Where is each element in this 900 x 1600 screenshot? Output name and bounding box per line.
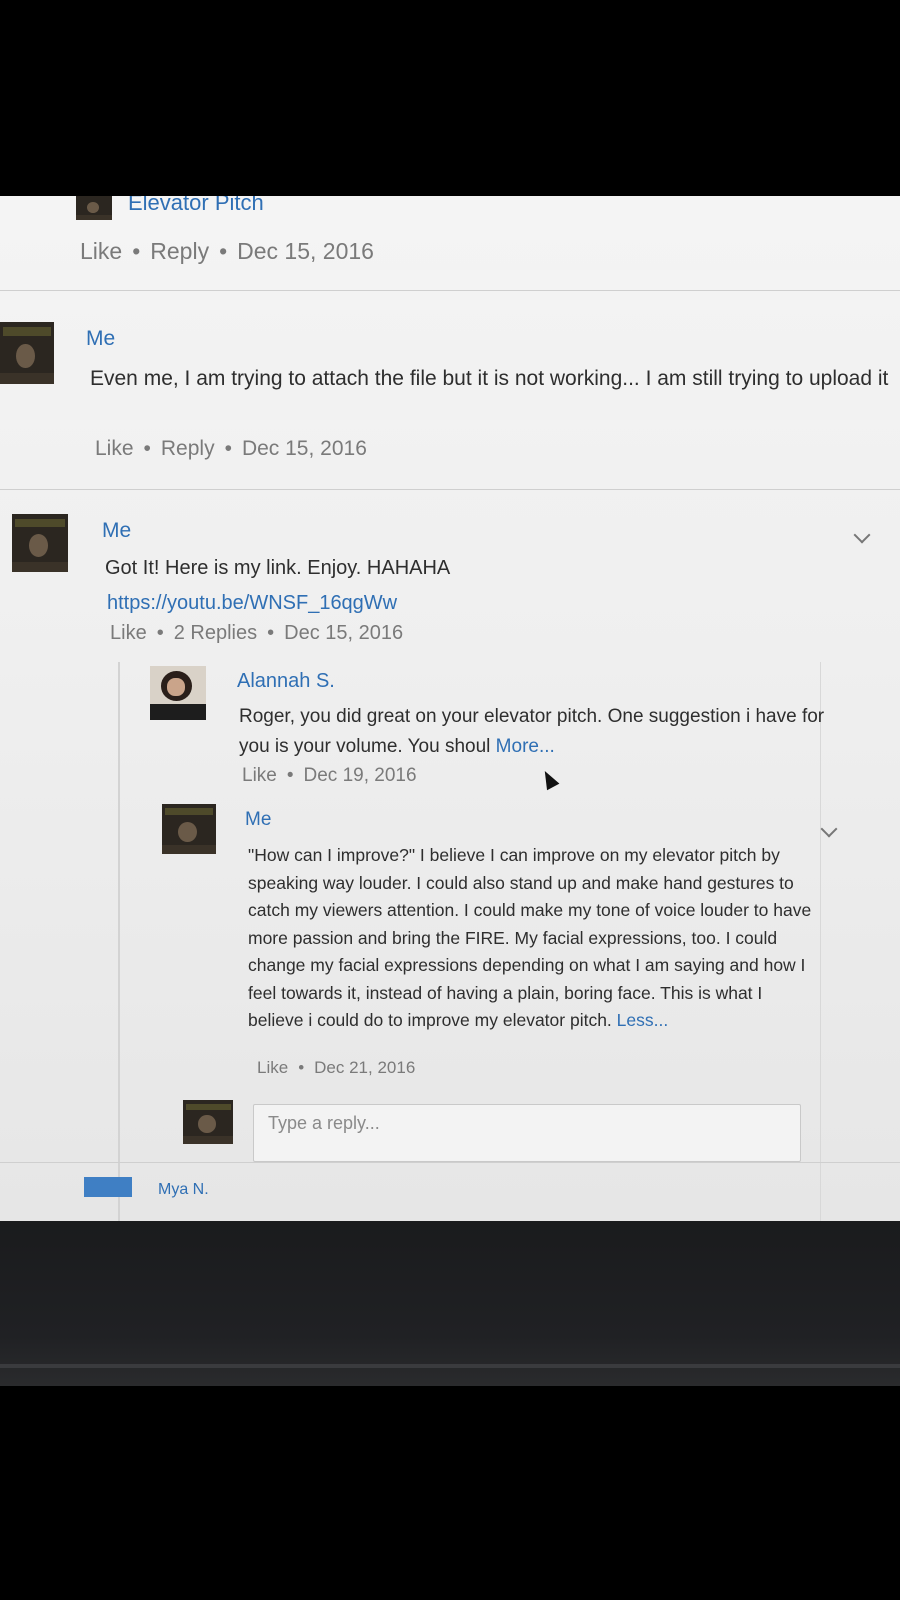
- comment-author[interactable]: Me: [102, 519, 131, 543]
- comment-date: Dec 15, 2016: [237, 238, 374, 264]
- reply-author[interactable]: Me: [245, 809, 271, 831]
- reply-text: Roger, you did great on your elevator pi…: [239, 702, 829, 762]
- like-link[interactable]: Like: [242, 765, 277, 787]
- post-meta: Like • Reply • Dec 15, 2016: [80, 238, 374, 265]
- reply-link[interactable]: Reply: [150, 238, 209, 265]
- reply-link[interactable]: Reply: [161, 437, 215, 461]
- like-link[interactable]: Like: [95, 437, 134, 461]
- reply-text-body: "How can I improve?" I believe I can imp…: [248, 845, 812, 1030]
- like-link[interactable]: Like: [110, 622, 147, 645]
- post-title[interactable]: Elevator Pitch: [128, 196, 264, 216]
- replies-toggle[interactable]: 2 Replies: [174, 622, 257, 645]
- avatar[interactable]: [12, 514, 68, 572]
- like-link[interactable]: Like: [80, 238, 122, 265]
- comment-meta: Like • Reply • Dec 15, 2016: [95, 437, 367, 461]
- avatar[interactable]: [162, 804, 216, 854]
- avatar[interactable]: [0, 322, 54, 384]
- chevron-down-icon[interactable]: [820, 820, 838, 838]
- divider: [0, 489, 900, 490]
- reply-author[interactable]: Alannah S.: [237, 670, 335, 693]
- avatar[interactable]: [84, 1177, 132, 1197]
- reply-date: Dec 21, 2016: [314, 1058, 416, 1077]
- video-link[interactable]: https://youtu.be/WNSF_16qgWw: [107, 586, 397, 620]
- mouse-cursor: [538, 767, 560, 791]
- comment-meta: Like • 2 Replies • Dec 15, 2016: [110, 622, 404, 645]
- comment-author[interactable]: Me: [86, 327, 115, 351]
- avatar: [183, 1100, 233, 1144]
- reply-date: Dec 19, 2016: [303, 765, 417, 786]
- reply-meta: Like • Dec 19, 2016: [242, 765, 417, 787]
- comment-author[interactable]: Mya N.: [158, 1181, 209, 1199]
- comment-date: Dec 15, 2016: [284, 622, 404, 644]
- comment-text: Got It! Here is my link. Enjoy. HAHAHA: [105, 557, 451, 579]
- comment-feed: Elevator Pitch Like • Reply • Dec 15, 2016 M…: [0, 196, 900, 1221]
- avatar[interactable]: [150, 666, 206, 720]
- reply-meta: Like • Dec 21, 2016: [257, 1058, 416, 1078]
- laptop-bezel: [0, 1221, 900, 1386]
- post-thumbnail: [76, 196, 112, 220]
- less-link[interactable]: Less...: [617, 1010, 669, 1030]
- divider: [0, 290, 900, 291]
- comment-text: Even me, I am trying to attach the file …: [90, 367, 889, 390]
- comment-date: Dec 15, 2016: [241, 437, 367, 460]
- thread-line: [118, 662, 120, 1221]
- more-link[interactable]: More...: [496, 736, 555, 757]
- chevron-down-icon[interactable]: [853, 526, 871, 544]
- divider: [0, 1162, 900, 1163]
- like-link[interactable]: Like: [257, 1058, 288, 1078]
- reply-text: "How can I improve?" I believe I can imp…: [248, 842, 818, 1035]
- reply-input[interactable]: Type a reply...: [253, 1104, 801, 1162]
